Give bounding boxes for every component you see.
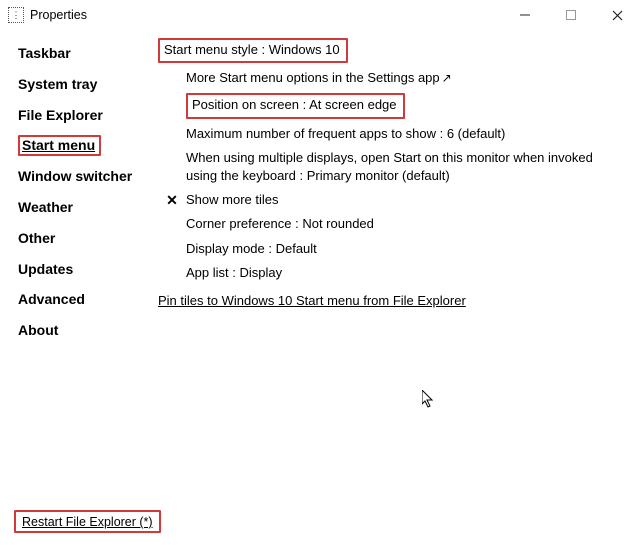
sidebar-item-updates[interactable]: Updates xyxy=(16,254,150,285)
titlebar: ⋮ Properties xyxy=(0,0,640,30)
sidebar-item-file-explorer[interactable]: File Explorer xyxy=(16,100,150,131)
sidebar-item-system-tray[interactable]: System tray xyxy=(16,69,150,100)
sidebar-item-start-menu[interactable]: Start menu xyxy=(16,130,150,161)
window-controls xyxy=(502,0,640,30)
close-button[interactable] xyxy=(594,0,640,30)
sidebar-item-weather[interactable]: Weather xyxy=(16,192,150,223)
multi-display-option[interactable]: When using multiple displays, open Start… xyxy=(186,149,616,185)
app-list-option[interactable]: App list : Display xyxy=(186,264,282,282)
sidebar-item-label: Start menu xyxy=(18,135,101,156)
pin-tiles-link[interactable]: Pin tiles to Windows 10 Start menu from … xyxy=(158,292,466,310)
corner-preference-option[interactable]: Corner preference : Not rounded xyxy=(186,215,374,233)
sidebar: Taskbar System tray File Explorer Start … xyxy=(10,34,150,535)
sidebar-item-label: Window switcher xyxy=(18,168,132,184)
start-menu-style-option[interactable]: Start menu style : Windows 10 xyxy=(158,38,348,63)
sidebar-item-window-switcher[interactable]: Window switcher xyxy=(16,161,150,192)
restart-file-explorer-link[interactable]: Restart File Explorer (*) xyxy=(14,510,161,533)
sidebar-item-label: System tray xyxy=(18,76,97,92)
window-title: Properties xyxy=(30,8,87,22)
sidebar-item-about[interactable]: About xyxy=(16,315,150,346)
sidebar-item-label: File Explorer xyxy=(18,107,103,123)
sidebar-item-label: Taskbar xyxy=(18,45,71,61)
display-mode-option[interactable]: Display mode : Default xyxy=(186,240,317,258)
sidebar-item-label: Updates xyxy=(18,261,73,277)
sidebar-item-label: Weather xyxy=(18,199,73,215)
max-frequent-apps-option[interactable]: Maximum number of frequent apps to show … xyxy=(186,125,505,143)
more-options-link[interactable]: More Start menu options in the Settings … xyxy=(186,69,452,87)
show-more-tiles-toggle[interactable]: Show more tiles xyxy=(186,191,278,209)
sidebar-item-label: About xyxy=(18,322,58,338)
external-link-icon: ↗ xyxy=(442,71,452,85)
minimize-button[interactable] xyxy=(502,0,548,30)
sidebar-item-label: Other xyxy=(18,230,55,246)
sidebar-item-taskbar[interactable]: Taskbar xyxy=(16,38,150,69)
sidebar-item-label: Advanced xyxy=(18,291,85,307)
sidebar-item-advanced[interactable]: Advanced xyxy=(16,284,150,315)
content-pane: Start menu style : Windows 10 More Start… xyxy=(150,34,630,535)
position-on-screen-option[interactable]: Position on screen : At screen edge xyxy=(186,93,405,118)
maximize-button[interactable] xyxy=(548,0,594,30)
app-icon: ⋮ xyxy=(8,7,24,23)
checked-icon: ✕ xyxy=(166,193,178,207)
sidebar-item-other[interactable]: Other xyxy=(16,223,150,254)
